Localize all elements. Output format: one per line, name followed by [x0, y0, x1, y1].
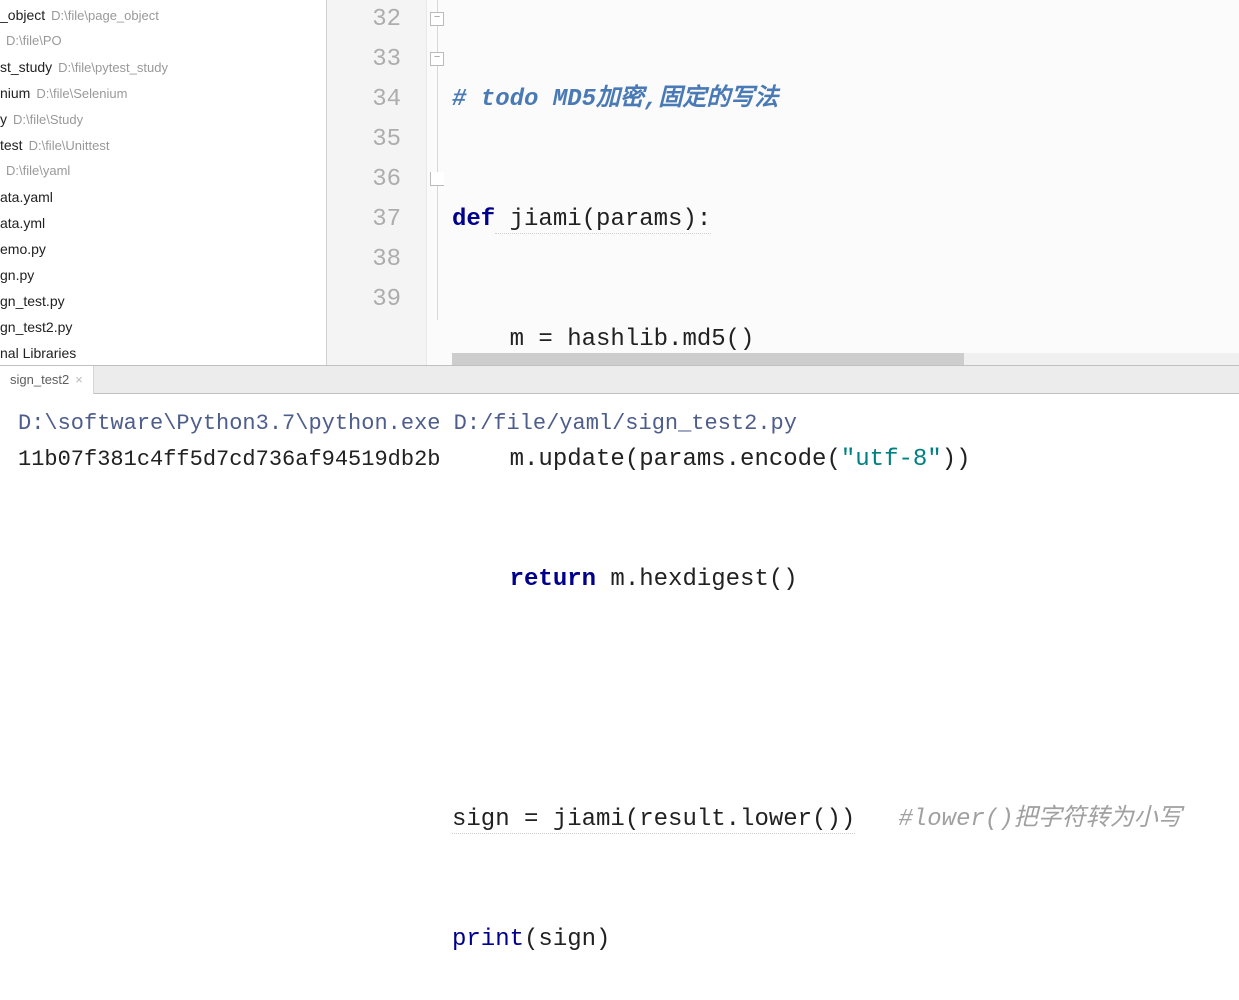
tree-folder[interactable]: st_studyD:\file\pytest_study	[0, 54, 326, 80]
fold-guide	[437, 0, 438, 320]
fold-column: − −	[427, 0, 452, 365]
project-tree[interactable]: _objectD:\file\page_object D:\file\PO st…	[0, 0, 327, 365]
gutter: 32 33 34 35 36 37 38 39	[327, 0, 427, 365]
tree-folder[interactable]: niumD:\file\Selenium	[0, 80, 326, 106]
code-line[interactable]	[452, 680, 1239, 720]
fold-toggle[interactable]: −	[430, 52, 444, 66]
line-number: 32	[327, 0, 401, 40]
line-number: 33	[327, 40, 401, 80]
main-split: _objectD:\file\page_object D:\file\PO st…	[0, 0, 1239, 365]
tab-label: sign_test2	[10, 372, 69, 387]
line-number: 38	[327, 240, 401, 280]
tree-file[interactable]: gn.py	[0, 262, 326, 288]
line-number: 36	[327, 160, 401, 200]
close-icon[interactable]: ×	[75, 372, 83, 387]
tree-file[interactable]: ata.yaml	[0, 184, 326, 210]
code-line[interactable]: def jiami(params):	[452, 200, 1239, 240]
code-content[interactable]: # todo MD5加密,固定的写法 def jiami(params): m …	[452, 0, 1239, 365]
code-line[interactable]: m.update(params.encode("utf-8"))	[452, 440, 1239, 480]
line-number: 37	[327, 200, 401, 240]
tree-folder[interactable]: yD:\file\Study	[0, 106, 326, 132]
code-line[interactable]: print(sign)	[452, 920, 1239, 960]
tree-folder[interactable]: _objectD:\file\page_object	[0, 2, 326, 28]
run-tab[interactable]: sign_test2 ×	[0, 366, 94, 394]
line-number: 39	[327, 280, 401, 320]
tree-folder[interactable]: D:\file\yaml	[0, 158, 326, 184]
tree-file[interactable]: ata.yml	[0, 210, 326, 236]
tree-file[interactable]: emo.py	[0, 236, 326, 262]
code-line[interactable]: sign = jiami(result.lower()) #lower()把字符…	[452, 800, 1239, 840]
line-number: 34	[327, 80, 401, 120]
code-line[interactable]: return m.hexdigest()	[452, 560, 1239, 600]
fold-toggle[interactable]: −	[430, 12, 444, 26]
tree-folder[interactable]: testD:\file\Unittest	[0, 132, 326, 158]
code-line[interactable]: # todo MD5加密,固定的写法	[452, 80, 1239, 120]
fold-end	[430, 172, 444, 186]
tree-file[interactable]: gn_test.py	[0, 288, 326, 314]
tree-file[interactable]: gn_test2.py	[0, 314, 326, 340]
code-editor[interactable]: 32 33 34 35 36 37 38 39 − − # todo MD5加密…	[327, 0, 1239, 365]
tree-node-libraries[interactable]: nal Libraries	[0, 340, 326, 365]
tree-folder[interactable]: D:\file\PO	[0, 28, 326, 54]
line-number: 35	[327, 120, 401, 160]
horizontal-scrollbar[interactable]	[452, 353, 1239, 365]
scrollbar-thumb[interactable]	[452, 353, 964, 365]
